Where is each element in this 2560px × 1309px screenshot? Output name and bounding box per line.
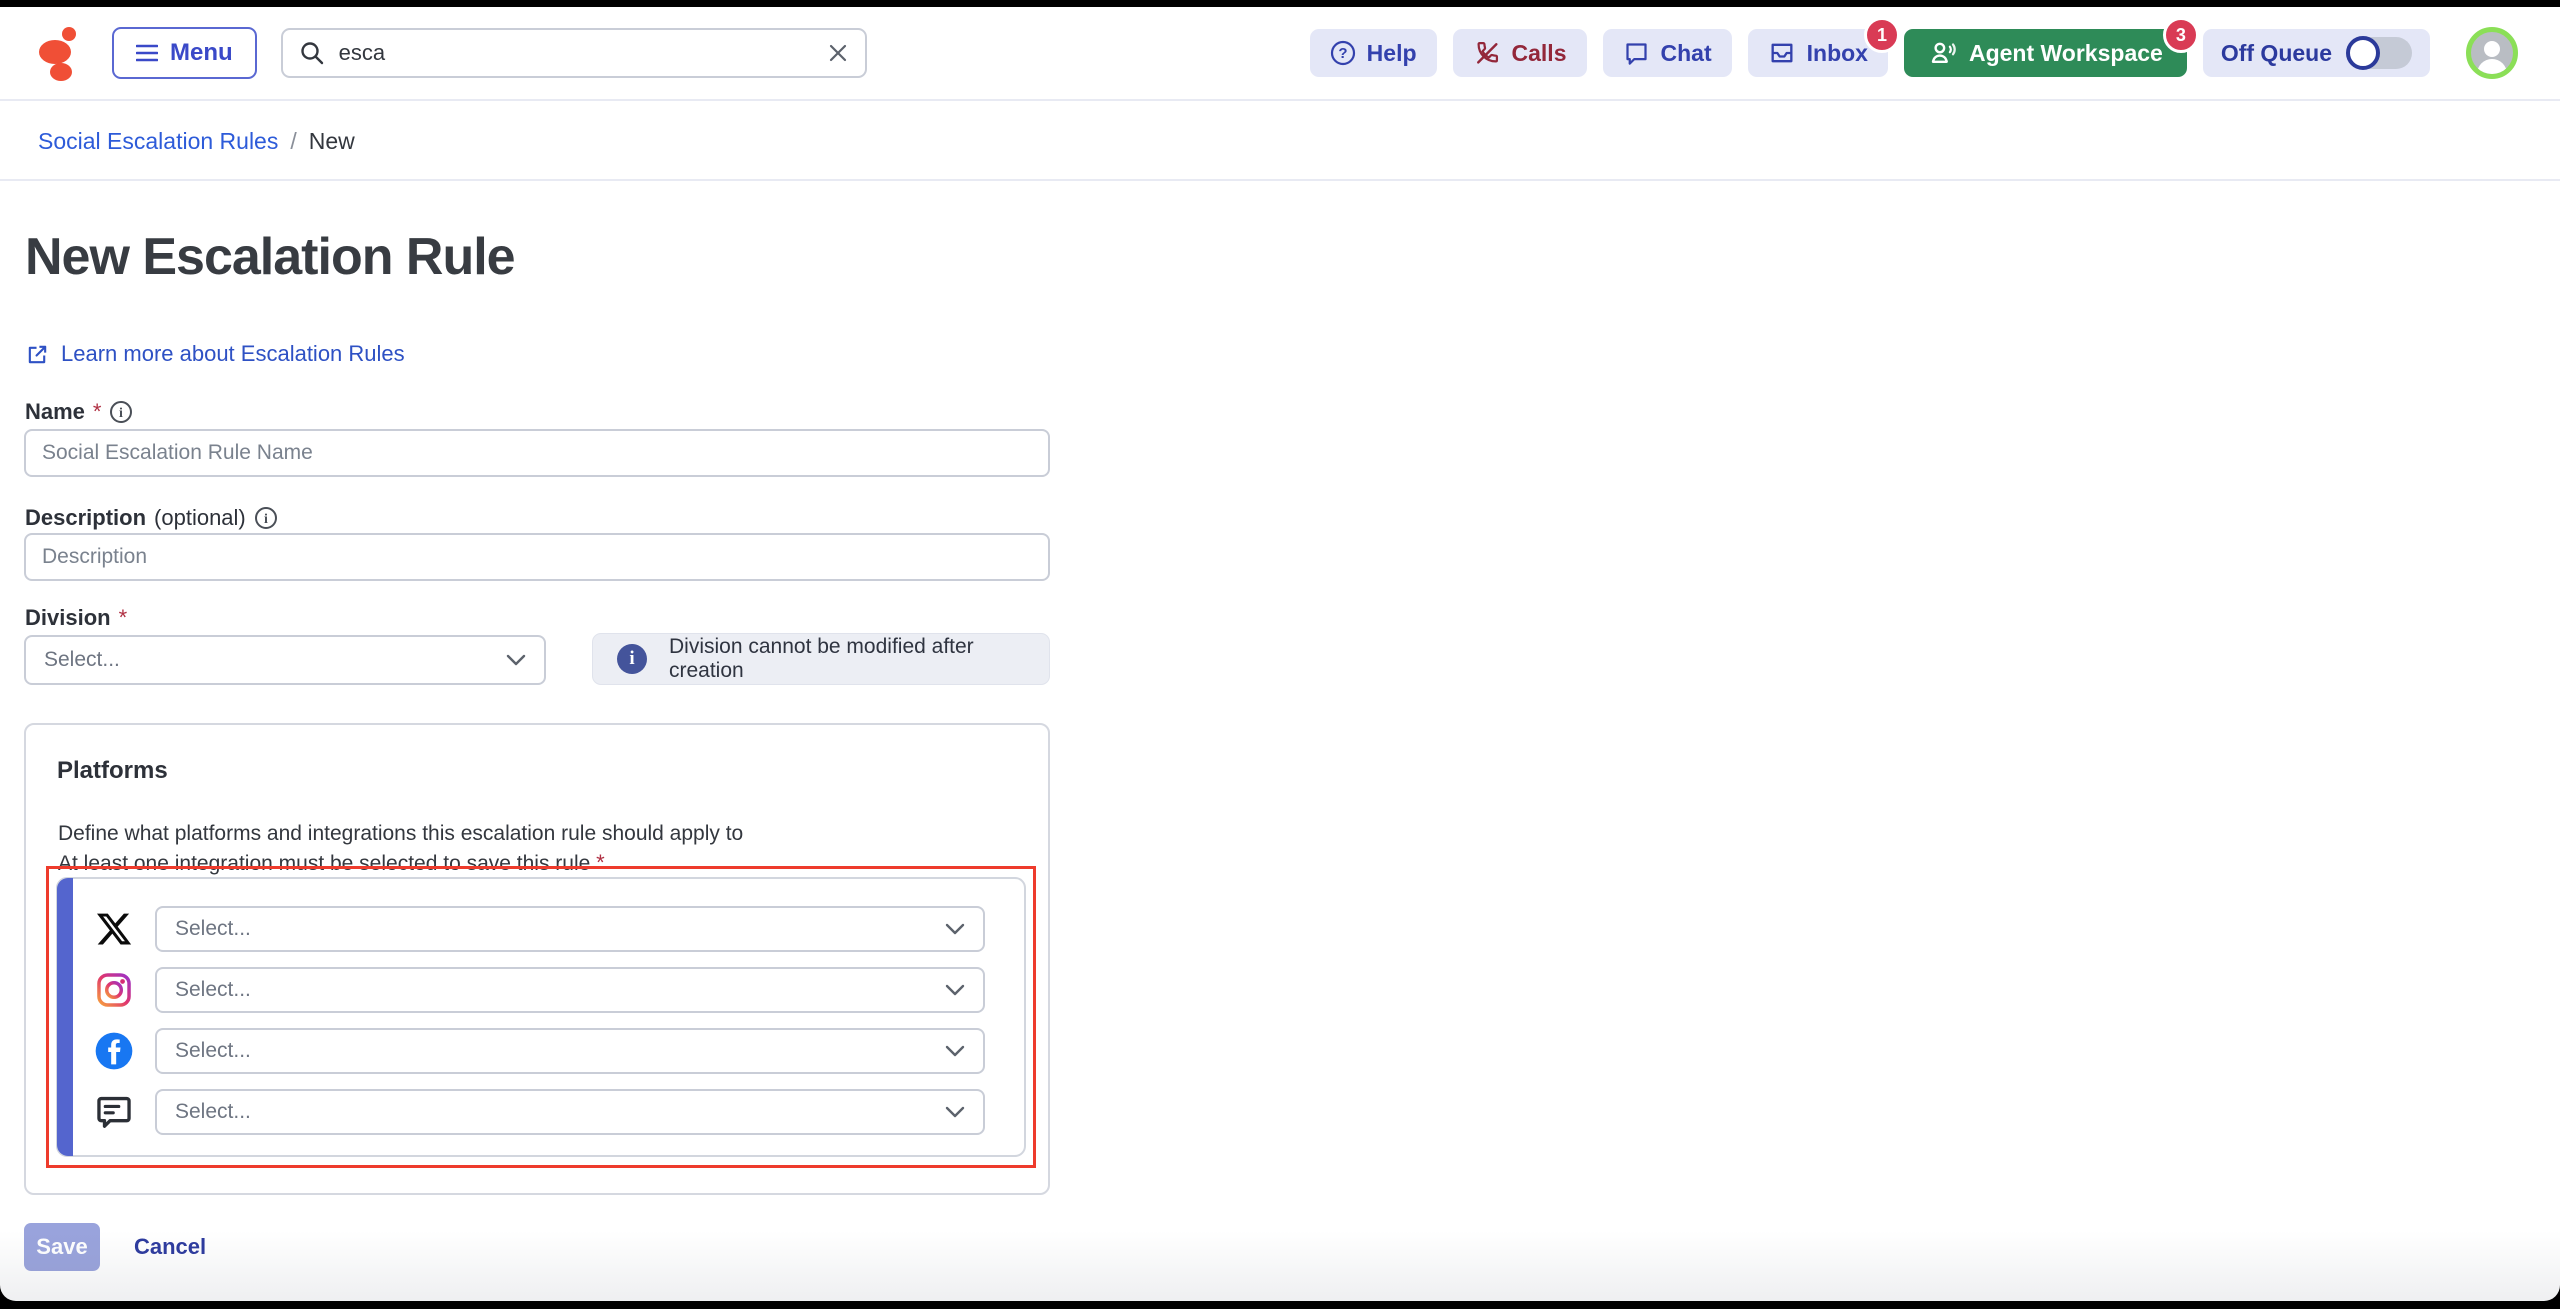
agent-workspace-badge: 3 xyxy=(2163,17,2199,53)
messaging-select-value: Select... xyxy=(175,1100,251,1124)
inbox-button[interactable]: Inbox 1 xyxy=(1748,29,1888,77)
clear-search-icon[interactable] xyxy=(827,42,849,64)
division-select[interactable]: Select... xyxy=(24,635,546,685)
chevron-down-icon xyxy=(945,923,965,935)
menu-button-label: Menu xyxy=(170,39,233,67)
chevron-down-icon xyxy=(945,984,965,996)
cancel-button[interactable]: Cancel xyxy=(134,1234,206,1260)
instagram-integration-select[interactable]: Select... xyxy=(155,967,985,1013)
division-label: Division * xyxy=(25,605,127,631)
instagram-icon xyxy=(73,971,155,1009)
chevron-down-icon xyxy=(945,1045,965,1057)
phone-slash-icon xyxy=(1473,39,1501,67)
name-required-asterisk: * xyxy=(93,399,102,425)
user-avatar[interactable] xyxy=(2466,27,2518,79)
search-input[interactable] xyxy=(339,40,813,66)
panel-accent-bar xyxy=(57,878,73,1156)
inbox-icon xyxy=(1768,39,1796,67)
facebook-integration-select[interactable]: Select... xyxy=(155,1028,985,1074)
chat-icon xyxy=(1623,40,1650,67)
name-label-text: Name xyxy=(25,399,85,425)
platform-integrations-panel: Select... xyxy=(56,877,1026,1157)
help-button-label: Help xyxy=(1367,40,1417,67)
platform-row-instagram: Select... xyxy=(73,967,1024,1013)
svg-text:i: i xyxy=(120,406,124,421)
breadcrumb-parent-link[interactable]: Social Escalation Rules xyxy=(38,128,278,155)
description-input[interactable] xyxy=(24,533,1050,581)
platform-row-x: Select... xyxy=(73,906,1024,952)
division-required-asterisk: * xyxy=(119,605,128,631)
main-content: New Escalation Rule Learn more about Esc… xyxy=(0,183,2560,1301)
description-label-text: Description xyxy=(25,505,146,531)
description-label: Description (optional) i xyxy=(25,505,278,531)
agent-workspace-label: Agent Workspace xyxy=(1969,40,2163,67)
platforms-title: Platforms xyxy=(57,757,168,785)
genesys-logo-icon xyxy=(38,25,84,81)
inbox-button-label: Inbox xyxy=(1807,40,1868,67)
facebook-icon xyxy=(73,1031,155,1071)
avatar-head xyxy=(2484,41,2500,57)
inbox-badge: 1 xyxy=(1864,17,1900,53)
search-icon xyxy=(299,40,325,66)
platform-row-facebook: Select... xyxy=(73,1028,1024,1074)
svg-text:?: ? xyxy=(1338,45,1347,62)
chevron-down-icon xyxy=(945,1106,965,1118)
platforms-card: Platforms Define what platforms and inte… xyxy=(24,723,1050,1195)
messaging-icon xyxy=(73,1093,155,1131)
app-window: Menu ? Help xyxy=(0,7,2560,1301)
chat-button-label: Chat xyxy=(1661,40,1712,67)
off-queue-control: Off Queue xyxy=(2203,29,2430,77)
calls-button-label: Calls xyxy=(1512,40,1567,67)
x-integration-select[interactable]: Select... xyxy=(155,906,985,952)
name-info-icon[interactable]: i xyxy=(109,400,133,424)
agent-workspace-icon xyxy=(1928,38,1958,68)
page-title: New Escalation Rule xyxy=(25,227,515,287)
help-icon: ? xyxy=(1330,40,1356,66)
platforms-description-line1: Define what platforms and integrations t… xyxy=(58,822,743,845)
chat-button[interactable]: Chat xyxy=(1603,29,1732,77)
info-filled-icon: i xyxy=(617,644,647,674)
breadcrumb: Social Escalation Rules / New xyxy=(0,103,2560,181)
calls-button[interactable]: Calls xyxy=(1453,29,1587,77)
messaging-integration-select[interactable]: Select... xyxy=(155,1089,985,1135)
avatar-body xyxy=(2477,59,2507,77)
svg-text:i: i xyxy=(264,512,268,527)
form-actions: Save Cancel xyxy=(24,1223,206,1271)
off-queue-toggle[interactable] xyxy=(2346,37,2412,69)
off-queue-toggle-knob xyxy=(2346,36,2380,70)
off-queue-label: Off Queue xyxy=(2221,40,2332,67)
instagram-select-value: Select... xyxy=(175,978,251,1002)
learn-more-label: Learn more about Escalation Rules xyxy=(61,341,405,367)
breadcrumb-current: New xyxy=(309,128,355,155)
breadcrumb-separator: / xyxy=(290,128,296,155)
top-bar: Menu ? Help xyxy=(0,7,2560,101)
division-label-text: Division xyxy=(25,605,111,631)
name-label: Name * i xyxy=(25,399,133,425)
topbar-nav: ? Help Calls Chat xyxy=(1310,27,2518,79)
name-input[interactable] xyxy=(24,429,1050,477)
agent-workspace-button[interactable]: Agent Workspace 3 xyxy=(1904,29,2187,77)
platform-row-messaging: Select... xyxy=(73,1089,1024,1135)
learn-more-link[interactable]: Learn more about Escalation Rules xyxy=(26,341,405,367)
description-info-icon[interactable]: i xyxy=(254,506,278,530)
external-link-icon xyxy=(26,343,49,366)
save-button[interactable]: Save xyxy=(24,1223,100,1271)
annotation-highlight-box: Select... xyxy=(46,866,1036,1168)
menu-button[interactable]: Menu xyxy=(112,27,257,79)
description-optional-text: (optional) xyxy=(154,505,246,531)
x-select-value: Select... xyxy=(175,917,251,941)
global-search xyxy=(281,28,867,78)
division-info-chip: i Division cannot be modified after crea… xyxy=(592,633,1050,685)
hamburger-icon xyxy=(136,44,158,62)
x-twitter-icon xyxy=(73,910,155,948)
division-info-text: Division cannot be modified after creati… xyxy=(669,635,1025,683)
help-button[interactable]: ? Help xyxy=(1310,29,1437,77)
facebook-select-value: Select... xyxy=(175,1039,251,1063)
chevron-down-icon xyxy=(506,654,526,666)
division-select-value: Select... xyxy=(44,648,120,672)
